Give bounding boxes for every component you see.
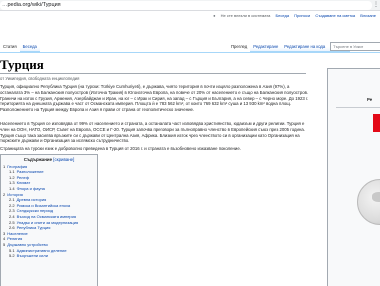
talk-link[interactable]: Беседа (276, 13, 290, 18)
toc-item-label: Древна история (16, 197, 47, 203)
infobox-divider (336, 107, 380, 108)
table-of-contents: Съдържание [скриване] 1 География 1.1 Разпо… (0, 154, 98, 286)
infobox-title: Ре (367, 97, 373, 102)
globe-landmass (372, 192, 380, 202)
toc-list: 1 География 1.1 Разположение 1.2 Релеф 1.3 Клим… (1, 163, 97, 259)
tab-talk[interactable]: Беседа (19, 41, 40, 52)
toc-item-label: Държавно устройство (7, 241, 48, 247)
tab-read[interactable]: Преглед (228, 41, 251, 52)
toc-item-number: 5 (3, 241, 6, 247)
toc-item-label: Религия (7, 236, 23, 242)
toc-item-number: 2.1 (9, 197, 15, 203)
location-globe-map[interactable] (357, 179, 380, 225)
toc-item-number: 2.5 (9, 219, 15, 225)
not-logged-in-text: Не сте влезли в системата (220, 13, 271, 18)
browser-window: …pedia.org/wiki/Турция ⋮ ● Не сте влезли… (0, 0, 380, 286)
toc-item-number: 1.1 (9, 169, 15, 175)
intro-paragraph-2: Населението в Турция се изповядва от 99%… (0, 121, 312, 144)
toc-item-label: Република Турция (16, 225, 51, 231)
toc-item-number: 3 (3, 230, 6, 236)
toc-item-label: Възход на Османската империя (16, 213, 77, 219)
toc-item-number: 1 (3, 163, 6, 169)
tab-edit-source[interactable]: Редактиране на кода (281, 41, 329, 52)
toc-item[interactable]: 5.2 Въоръжени сили (3, 253, 97, 259)
content-top-border (0, 52, 380, 53)
url-field[interactable]: …pedia.org/wiki/Турция (0, 1, 372, 10)
toc-item-label: Флора и фауна (16, 185, 45, 191)
toc-toggle-link[interactable]: [скриване] (53, 157, 74, 162)
intro-paragraph-3: Страницата на турски език е доброволно п… (0, 146, 312, 152)
toc-item-label: Разположение (16, 169, 44, 175)
search-input[interactable]: Търсене в Уикиг (330, 42, 380, 51)
toc-item-label: Административно деление (16, 247, 67, 253)
create-account-link[interactable]: Създаване на сметка (315, 13, 355, 18)
address-bar: …pedia.org/wiki/Турция ⋮ (0, 0, 380, 11)
toc-item-label: Релеф (16, 174, 29, 180)
url-host: pedia.org/wiki/Турция (7, 2, 61, 8)
contributions-link[interactable]: Приноси (294, 13, 310, 18)
site-tagline: от Уикипедия, свободната енциклопедия (0, 76, 80, 81)
toc-item-label: Въоръжени сили (16, 253, 48, 259)
toc-title: Съдържание (23, 157, 53, 162)
toc-item-number: 4 (3, 236, 6, 242)
toc-item-number: 2.4 (9, 213, 15, 219)
tab-edit[interactable]: Редактиране (250, 41, 282, 52)
toc-item-number: 2.6 (9, 225, 15, 231)
intro-paragraph-1: Турция, официално Република Турция (на т… (0, 84, 312, 119)
toc-item-number: 1.3 (9, 180, 15, 186)
toc-item-label: Римска и Византийска епоха (16, 202, 71, 208)
tab-article[interactable]: Статия (0, 41, 20, 52)
intro-paragraph-3-text: Страницата на турски език е доброволно п… (0, 146, 241, 151)
intro-paragraph-2-text: Населението в Турция се изповядва от 99%… (0, 121, 305, 144)
toc-item-label: Климат (16, 180, 31, 186)
toc-item-label: География (7, 163, 28, 169)
toc-item-number: 2.2 (9, 202, 15, 208)
personal-tools: ● Не сте влезли в системата Беседа Прино… (213, 13, 376, 18)
infobox: Ре ☾★ (327, 68, 380, 286)
toc-item-number: 1.2 (9, 174, 15, 180)
toc-item-number: 1.4 (9, 185, 15, 191)
page-title: Турция (0, 57, 44, 72)
toc-item-label: История (7, 191, 23, 197)
title-divider (0, 73, 306, 74)
toc-item-label: Население (7, 230, 28, 236)
user-icon: ● (213, 13, 216, 18)
flag-image[interactable]: ☾★ (373, 114, 380, 132)
toc-item-number: 2 (3, 191, 6, 197)
toc-item-number: 5.1 (9, 247, 15, 253)
toc-item-label: Селджукски период (16, 208, 54, 214)
browser-menu-icon[interactable]: ⋮ (373, 1, 379, 10)
intro-paragraph-1-text: Турция, официално Република Турция (на т… (0, 84, 309, 113)
login-link[interactable]: Влизане (360, 13, 376, 18)
toc-item-label: Упадък и опити за модернизация (16, 219, 79, 225)
toc-item-number: 5.2 (9, 253, 15, 259)
toc-item-number: 2.3 (9, 208, 15, 214)
namespace-tabs: Статия Беседа (0, 41, 40, 52)
toc-header: Съдържание [скриване] (1, 155, 97, 163)
